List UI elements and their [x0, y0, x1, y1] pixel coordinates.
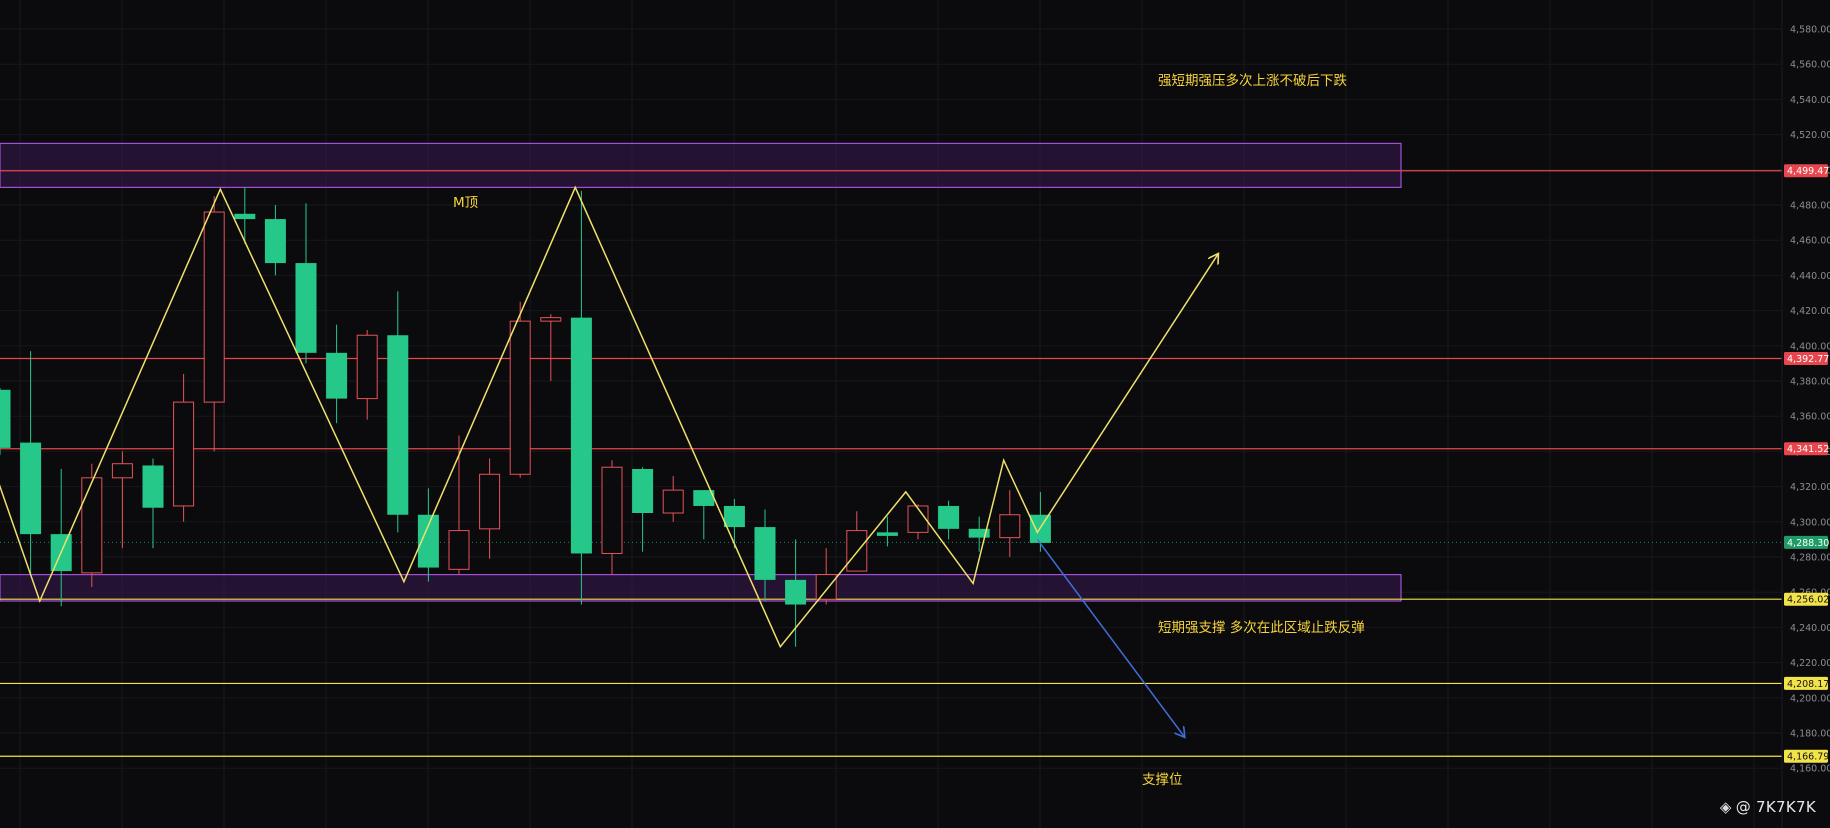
binance-logo-icon: ◈ [1719, 798, 1732, 816]
candle-body [479, 473, 501, 530]
y-tick-label: 4,580.00 [1790, 25, 1830, 36]
y-tick-label: 4,380.00 [1790, 377, 1830, 388]
y-tick-label: 4,560.00 [1790, 60, 1830, 71]
candle-body [264, 219, 286, 264]
candle-body [387, 335, 409, 515]
candle-body [785, 579, 807, 605]
watermark: ◈ @ 7K7K7K [1720, 798, 1816, 816]
candle-body [723, 505, 745, 528]
y-tick-label: 4,200.00 [1790, 693, 1830, 704]
y-tick-label: 4,300.00 [1790, 517, 1830, 528]
candle-body [234, 213, 256, 220]
m-top-annotation: M顶 [453, 195, 478, 211]
candle-body [754, 527, 776, 580]
candle-body [509, 320, 531, 475]
candle-body [295, 263, 317, 353]
y-tick-label: 4,480.00 [1790, 201, 1830, 212]
y-tick-label: 4,360.00 [1790, 412, 1830, 423]
y-tick-label: 4,440.00 [1790, 271, 1830, 282]
zone-rect [0, 142, 1402, 188]
price-tag-label: 4,208.17 [1787, 679, 1829, 690]
candlestick-chart: 4,580.004,560.004,540.004,520.004,500.00… [0, 0, 1830, 828]
price-tag-label: 4,288.30 [1787, 538, 1829, 549]
zone-rect [0, 573, 1402, 602]
candle-body [876, 532, 898, 536]
candle-body [326, 352, 348, 399]
candle-body [356, 334, 378, 400]
y-tick-label: 4,320.00 [1790, 482, 1830, 493]
y-tick-label: 4,420.00 [1790, 306, 1830, 317]
y-tick-label: 4,240.00 [1790, 623, 1830, 634]
y-tick-label: 4,460.00 [1790, 236, 1830, 247]
y-tick-label: 4,400.00 [1790, 341, 1830, 352]
candle-body [570, 317, 592, 554]
candle-body [846, 530, 868, 572]
candle-body [173, 401, 195, 507]
candle-body [938, 505, 960, 529]
chart-background [0, 0, 1830, 828]
candle-body [20, 442, 42, 535]
y-tick-label: 4,180.00 [1790, 729, 1830, 740]
price-tag-label: 4,256.02 [1787, 595, 1829, 606]
candle-body [662, 489, 684, 514]
candle-body [999, 514, 1021, 539]
candle-body [448, 530, 470, 570]
y-tick-label: 4,220.00 [1790, 658, 1830, 669]
candle-body [142, 465, 164, 508]
candle-body [540, 317, 562, 322]
resistance-annotation: 强短期强压多次上涨不破后下跌 [1158, 72, 1347, 89]
price-tag-label: 4,166.79 [1787, 752, 1829, 763]
y-tick-label: 4,280.00 [1790, 553, 1830, 564]
candle-body [632, 469, 654, 513]
y-tick-label: 4,520.00 [1790, 130, 1830, 141]
price-tag-label: 4,341.52 [1787, 444, 1829, 455]
price-tag-label: 4,392.77 [1787, 354, 1829, 365]
support-level-annotation: 支撑位 [1142, 772, 1183, 788]
candle-body [601, 466, 623, 554]
y-tick-label: 4,160.00 [1790, 764, 1830, 775]
candle-body [81, 477, 103, 574]
watermark-text: @ 7K7K7K [1735, 798, 1816, 816]
price-axis[interactable]: 4,580.004,560.004,540.004,520.004,500.00… [1781, 0, 1830, 828]
price-tag-label: 4,499.47 [1787, 166, 1829, 177]
candle-body [111, 463, 133, 479]
y-tick-label: 4,540.00 [1790, 95, 1830, 106]
candle-body [0, 389, 11, 448]
candle-body [203, 211, 225, 403]
candle-body [815, 574, 837, 600]
support-annotation: 短期强支撑 多次在此区域止跌反弹 [1158, 619, 1365, 636]
